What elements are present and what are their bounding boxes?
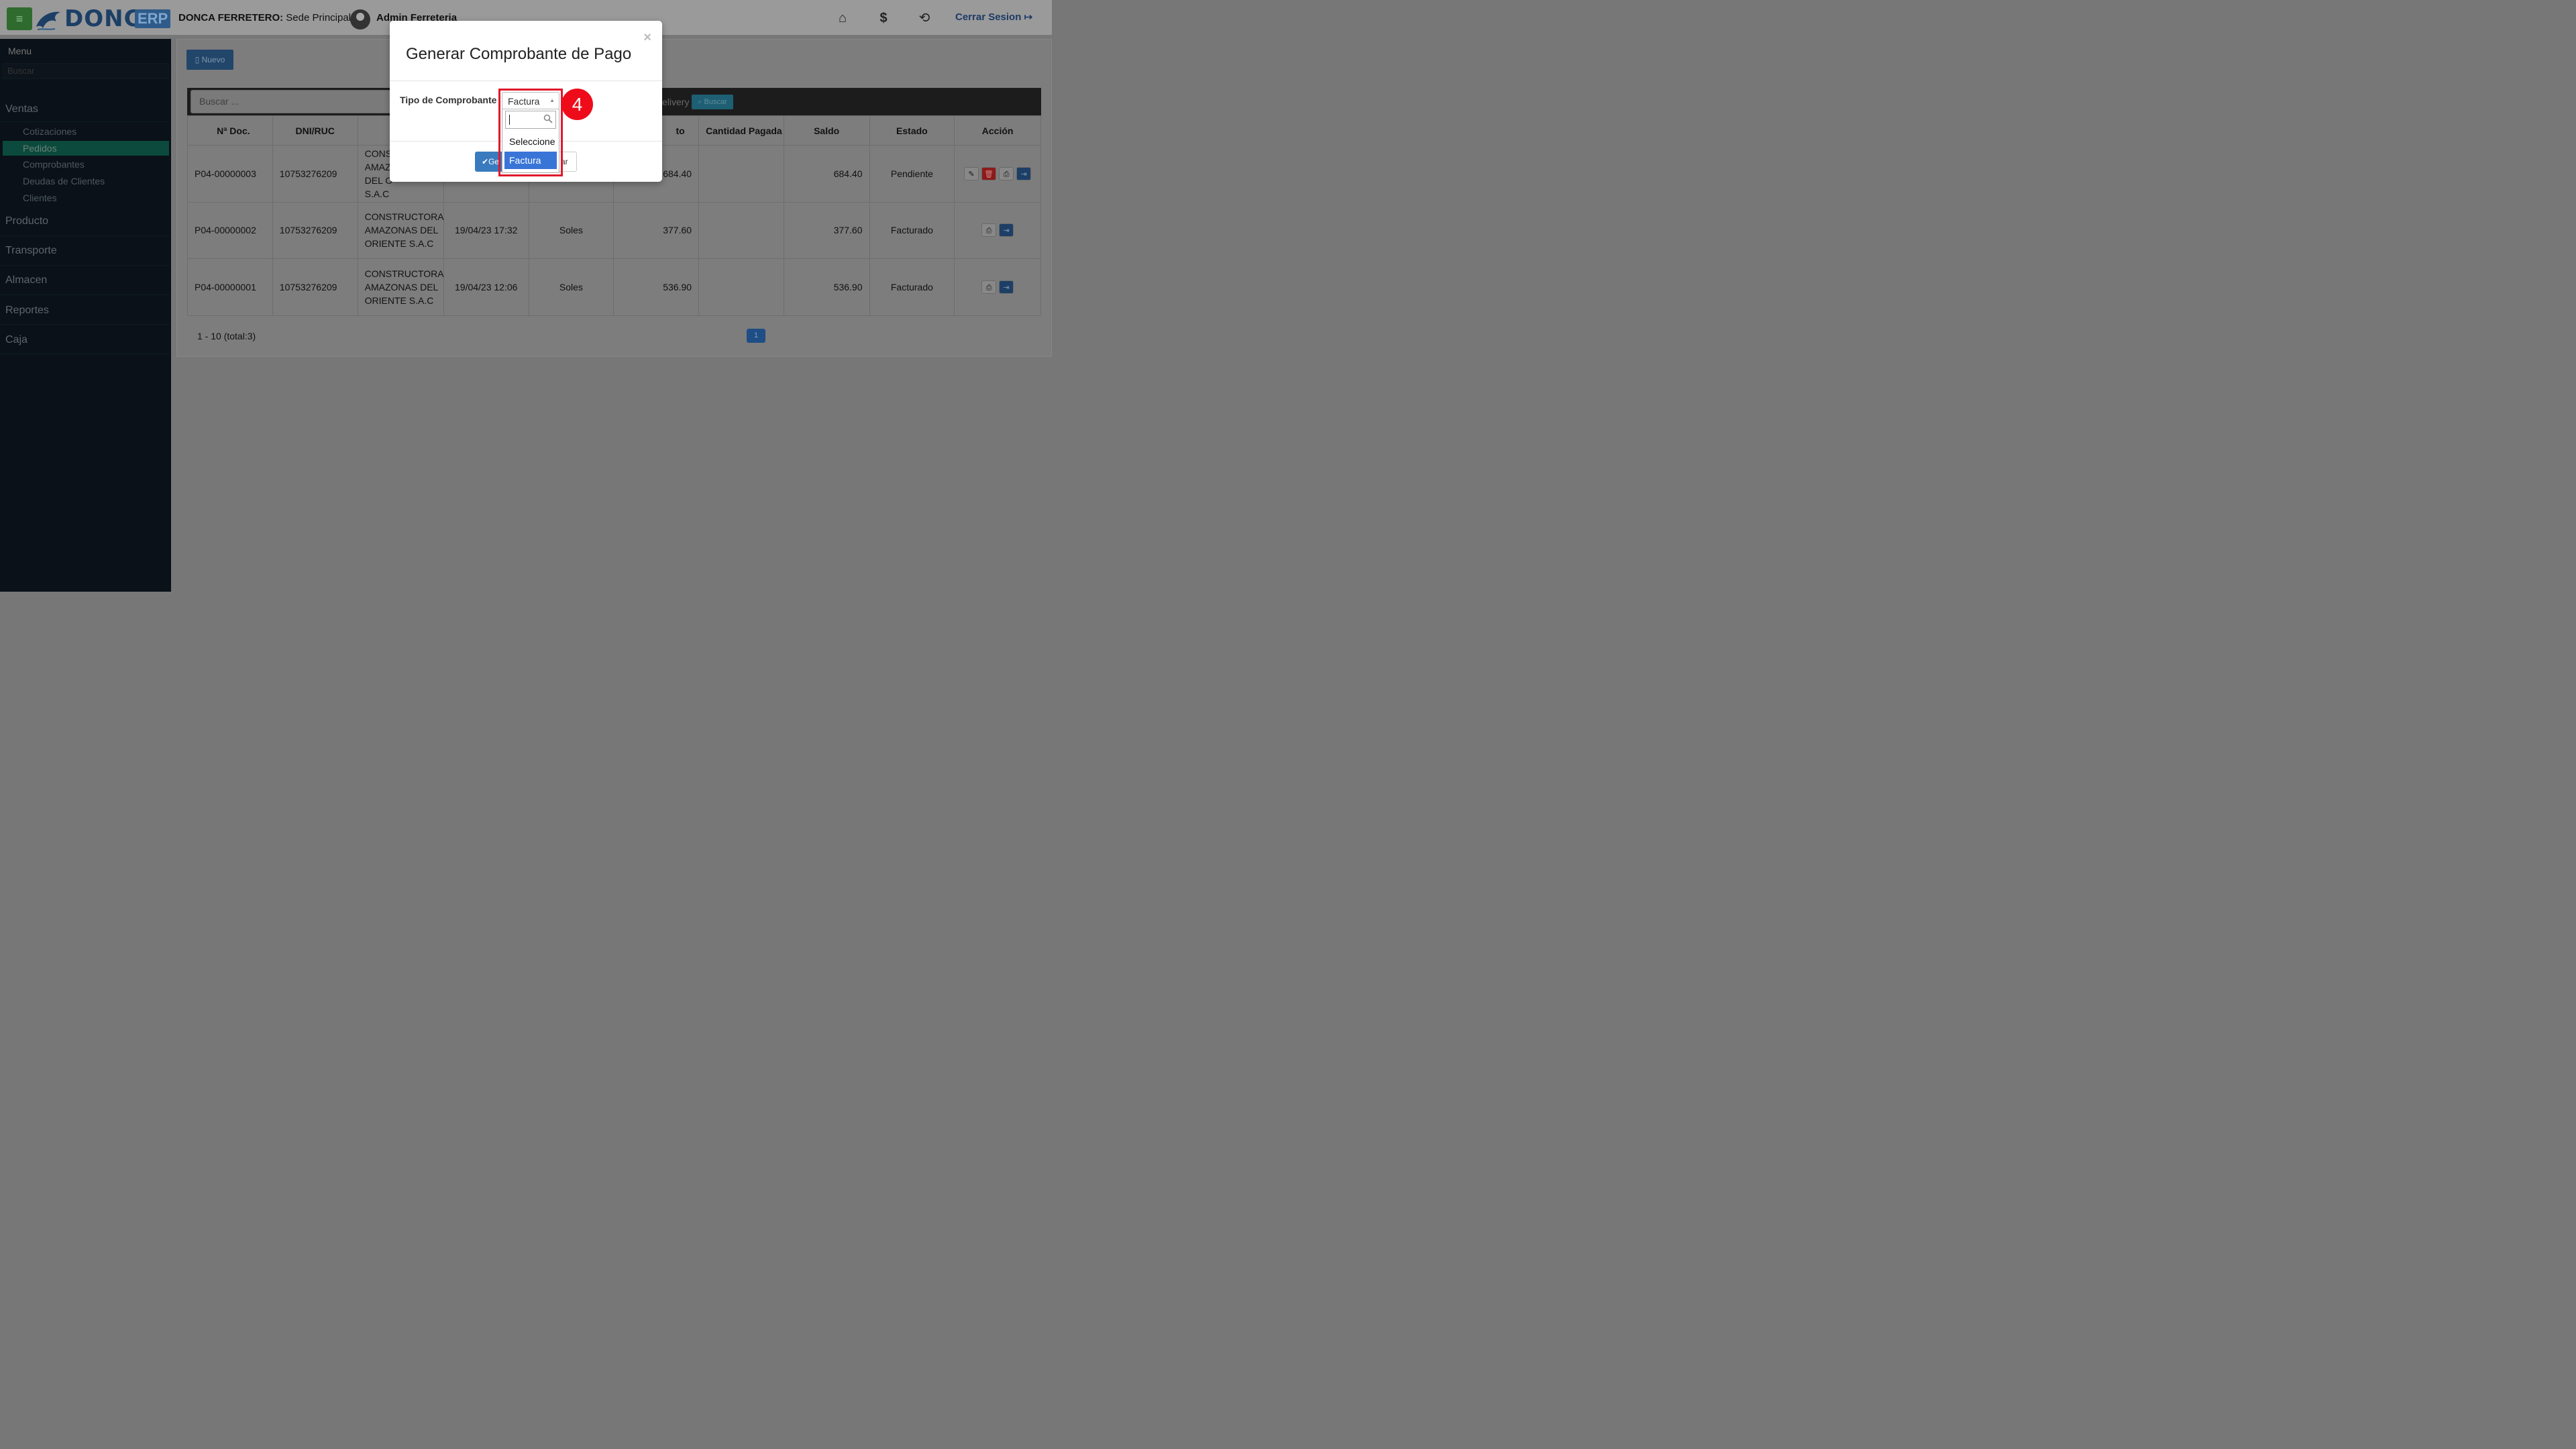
- print-icon[interactable]: ⎙: [999, 166, 1014, 180]
- sidebar-item-cotizaciones[interactable]: Cotizaciones: [3, 124, 169, 139]
- cell-saldo: 377.60: [783, 201, 870, 260]
- delivery-label: elivery: [662, 97, 690, 107]
- file-icon: ▯: [195, 55, 200, 64]
- branch-name: Sede Principal |: [286, 12, 357, 23]
- check-icon: ✔: [482, 157, 489, 166]
- step-badge: 4: [561, 89, 593, 120]
- sidebar-item-clientes[interactable]: Clientes: [3, 191, 169, 205]
- close-icon[interactable]: ×: [643, 30, 651, 46]
- cell-estado: Pendiente: [869, 145, 955, 203]
- col-accion[interactable]: Acción: [954, 115, 1041, 146]
- cell-client: CONSTRUCTORA AMAZONAS DEL ORIENTE S.A.C: [357, 201, 444, 260]
- col-saldo[interactable]: Saldo: [783, 115, 870, 146]
- cell-paid: [698, 258, 784, 316]
- page-button-1[interactable]: 1: [747, 329, 765, 343]
- search-input[interactable]: Buscar ...: [191, 90, 392, 113]
- nuevo-button[interactable]: ▯ Nuevo: [186, 50, 233, 70]
- sidebar-section-almacen[interactable]: Almacen: [0, 266, 170, 295]
- cell-paid: [698, 201, 784, 260]
- cell-total: 536.90: [613, 258, 700, 316]
- highlight-rectangle: [498, 89, 563, 176]
- sidebar-section-transporte[interactable]: Transporte: [0, 236, 170, 266]
- table-row: P04-00000002 10753276209 CONSTRUCTORA AM…: [187, 201, 1041, 260]
- print-icon[interactable]: ⎙: [981, 280, 997, 294]
- pager-info: 1 - 10 (total:3): [197, 331, 256, 341]
- sidebar-search-input[interactable]: Buscar: [3, 63, 169, 79]
- cell-doc: P04-00000003: [187, 145, 273, 203]
- company-info: DONCA FERRETERO: Sede Principal |: [178, 12, 356, 23]
- sidebar-item-deudas[interactable]: Deudas de Clientes: [3, 174, 169, 189]
- cell-paid: [698, 145, 784, 203]
- logout-button[interactable]: Cerrar Sesion ↦: [955, 11, 1032, 23]
- sidebar-title: Menu: [8, 46, 32, 56]
- cell-date: 19/04/23 12:06: [443, 258, 529, 316]
- col-paid[interactable]: Cantidad Pagada: [698, 115, 784, 146]
- divider: [390, 80, 662, 81]
- dollar-icon[interactable]: $: [875, 9, 892, 27]
- cell-saldo: 684.40: [783, 145, 870, 203]
- cell-actions: ⎙ ⇥: [954, 258, 1041, 316]
- sidebar-item-comprobantes[interactable]: Comprobantes: [3, 157, 169, 172]
- search-icon: ⌕: [698, 98, 702, 106]
- sidebar-section-ventas[interactable]: Ventas: [0, 95, 170, 122]
- cell-total: 377.60: [613, 201, 700, 260]
- cell-estado: Facturado: [869, 258, 955, 316]
- cell-ruc: 10753276209: [272, 258, 358, 316]
- home-icon[interactable]: ⌂: [834, 9, 851, 27]
- cell-ruc: 10753276209: [272, 201, 358, 260]
- col-doc[interactable]: Nª Doc.: [187, 115, 273, 146]
- sidebar: Menu Buscar Ventas Cotizaciones Pedidos …: [0, 39, 171, 592]
- tipo-comprobante-label: Tipo de Comprobante: [400, 95, 497, 105]
- print-icon[interactable]: ⎙: [981, 223, 997, 237]
- cell-actions: ⎙ ⇥: [954, 201, 1041, 260]
- buscar-button[interactable]: ⌕ Buscar: [692, 95, 733, 109]
- invoice-icon[interactable]: ⇥: [1016, 166, 1032, 180]
- cell-doc: P04-00000001: [187, 258, 273, 316]
- col-ruc[interactable]: DNI/RUC: [272, 115, 358, 146]
- cell-currency: Soles: [528, 258, 614, 316]
- modal-title: Generar Comprobante de Pago: [406, 45, 632, 63]
- invoice-icon[interactable]: ⇥: [999, 223, 1014, 237]
- cell-ruc: 10753276209: [272, 145, 358, 203]
- cell-currency: Soles: [528, 201, 614, 260]
- menu-toggle-button[interactable]: ≡: [7, 7, 32, 30]
- edit-icon[interactable]: ✎: [964, 166, 979, 180]
- sidebar-section-producto[interactable]: Producto: [0, 207, 170, 236]
- cell-client: CONSTRUCTORA AMAZONAS DEL ORIENTE S.A.C: [357, 258, 444, 316]
- sidebar-section-reportes[interactable]: Reportes: [0, 295, 170, 325]
- company-name: DONCA FERRETERO:: [178, 12, 284, 23]
- cell-date: 19/04/23 17:32: [443, 201, 529, 260]
- avatar: [350, 9, 370, 30]
- lock-refresh-icon[interactable]: ⟲: [916, 9, 933, 27]
- cell-saldo: 536.90: [783, 258, 870, 316]
- logo-badge: ERP: [135, 9, 171, 28]
- delete-icon[interactable]: 🗑: [981, 166, 997, 180]
- logout-label: Cerrar Sesion: [955, 11, 1022, 23]
- dolphin-logo-icon: [36, 11, 60, 30]
- sidebar-section-caja[interactable]: Caja: [0, 325, 170, 354]
- cell-actions: ✎ 🗑 ⎙ ⇥: [954, 145, 1041, 203]
- sidebar-item-pedidos[interactable]: Pedidos: [3, 141, 169, 156]
- table-row: P04-00000001 10753276209 CONSTRUCTORA AM…: [187, 258, 1041, 316]
- invoice-icon[interactable]: ⇥: [999, 280, 1014, 294]
- logout-icon: ↦: [1024, 11, 1033, 23]
- cell-estado: Facturado: [869, 201, 955, 260]
- col-estado[interactable]: Estado: [869, 115, 955, 146]
- cell-doc: P04-00000002: [187, 201, 273, 260]
